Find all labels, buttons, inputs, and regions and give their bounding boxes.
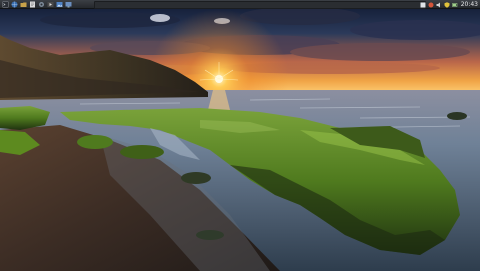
show-desktop-icon[interactable] [65,1,72,8]
battery-icon[interactable] [452,2,458,8]
image-viewer-icon[interactable] [56,1,63,8]
desktop-wallpaper [0,0,480,271]
system-tray [420,0,458,9]
settings-icon[interactable] [38,1,45,8]
web-browser-icon[interactable] [11,1,18,8]
panel-clock[interactable]: 20:43 [461,0,478,9]
network-icon[interactable] [428,2,434,8]
file-manager-icon[interactable] [20,1,27,8]
text-editor-icon[interactable] [29,1,36,8]
top-panel: 20:43 [0,0,480,9]
app-launcher-bar [0,0,72,9]
desktop[interactable]: 20:43 [0,0,480,271]
media-player-icon[interactable] [47,1,54,8]
security-shield-icon[interactable] [444,1,450,8]
notes-icon[interactable] [420,2,426,8]
taskbar-window-list[interactable] [94,1,426,9]
volume-icon[interactable] [436,2,442,8]
terminal-icon[interactable] [2,0,9,8]
